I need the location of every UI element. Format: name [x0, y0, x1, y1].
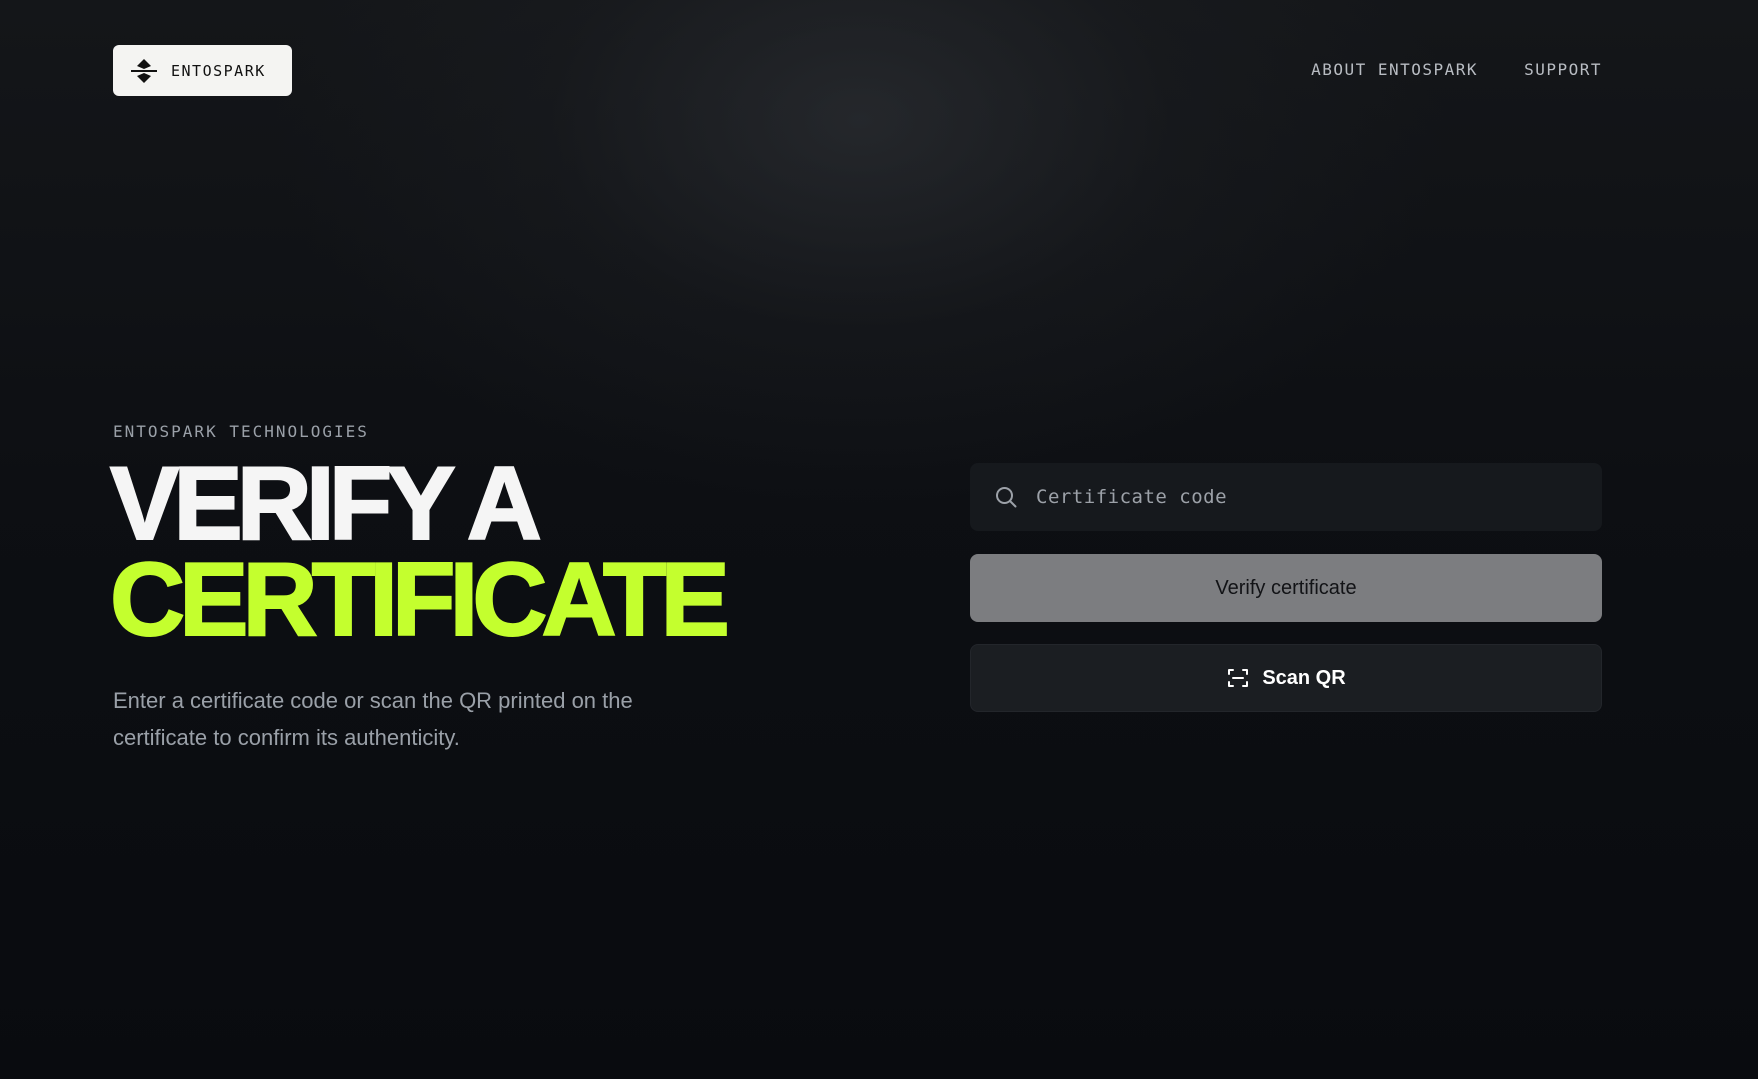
- verify-button-label: Verify certificate: [1215, 576, 1357, 599]
- page-title: VERIFY A CERTIFICATE: [109, 446, 731, 658]
- search-icon: [996, 487, 1017, 508]
- brand-logo-link[interactable]: ENTOSPARK: [113, 45, 292, 96]
- qr-scan-icon: [1228, 669, 1249, 687]
- title-line-1: VERIFY A: [109, 446, 543, 562]
- top-nav: ABOUT ENTOSPARK SUPPORT: [1311, 60, 1602, 79]
- certificate-search-box: [970, 462, 1602, 532]
- scan-button-label: Scan QR: [1262, 666, 1346, 689]
- brand-name: ENTOSPARK: [171, 61, 266, 80]
- scan-qr-button[interactable]: Scan QR: [970, 644, 1602, 712]
- entospark-logo-icon: [131, 58, 157, 83]
- title-line-2-accent: CERTIFICATE: [109, 542, 731, 658]
- hero-description: Enter a certificate code or scan the QR …: [113, 688, 633, 750]
- verify-certificate-button[interactable]: Verify certificate: [970, 554, 1602, 622]
- hero-eyebrow: ENTOSPARK TECHNOLOGIES: [113, 422, 369, 441]
- certificate-code-input[interactable]: [1034, 462, 1602, 532]
- nav-link-about[interactable]: ABOUT ENTOSPARK: [1311, 60, 1478, 79]
- nav-link-support[interactable]: SUPPORT: [1524, 60, 1602, 79]
